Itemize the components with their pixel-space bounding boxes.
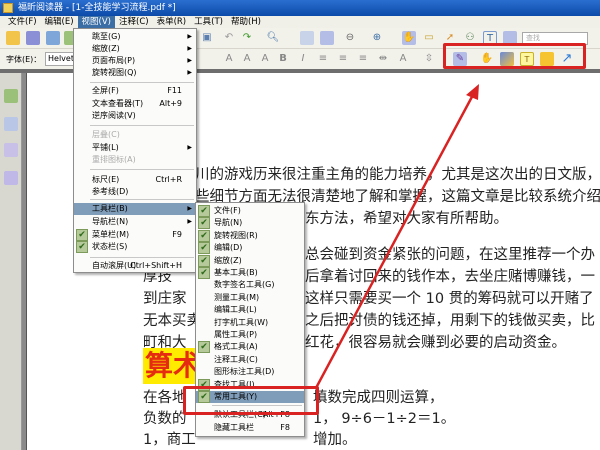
arrow-line bbox=[314, 92, 476, 389]
arrow-head bbox=[466, 84, 479, 100]
annotation-arrow bbox=[314, 84, 479, 389]
